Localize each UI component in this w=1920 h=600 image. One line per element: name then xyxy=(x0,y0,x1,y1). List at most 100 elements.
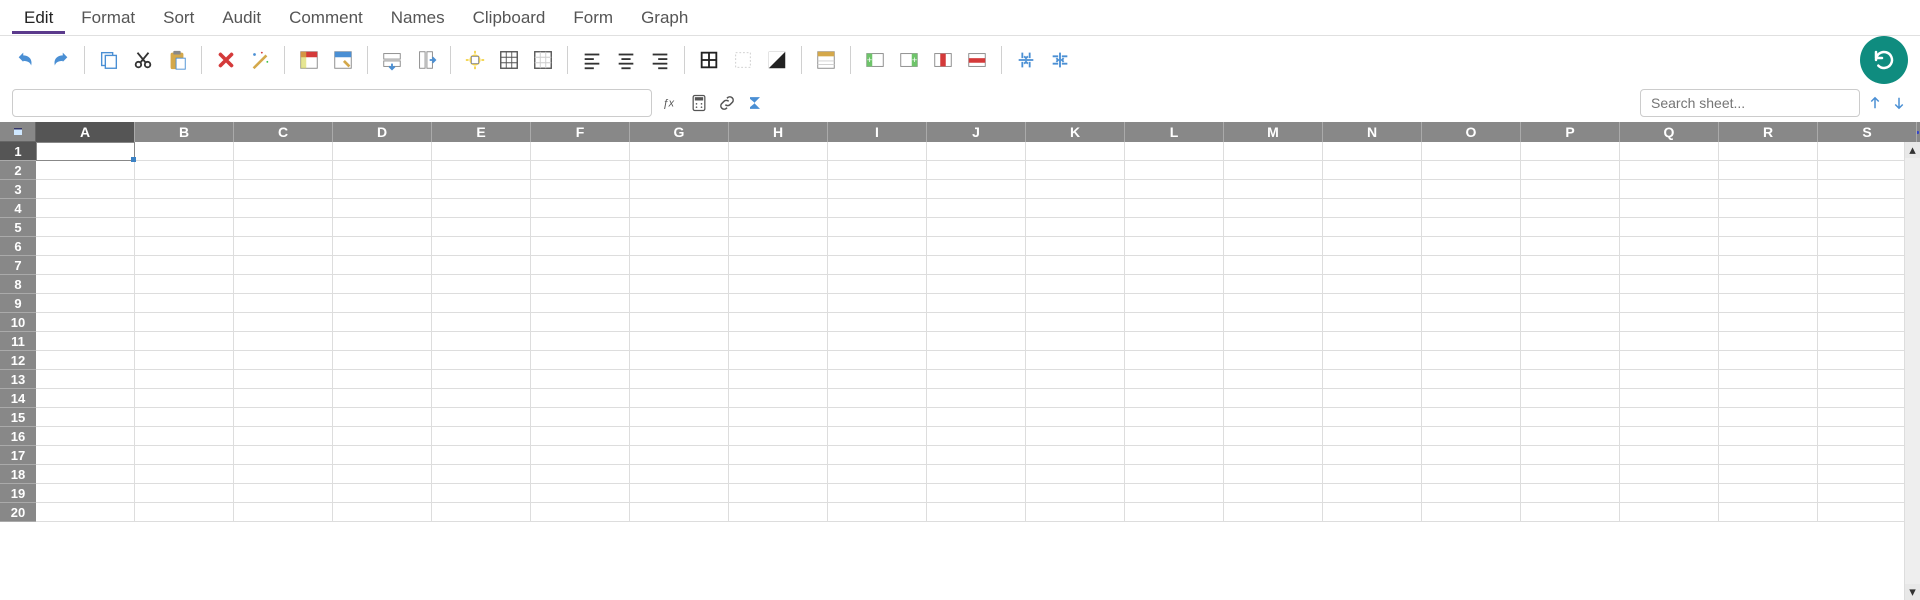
search-prev-icon[interactable] xyxy=(1866,94,1884,112)
cell-O1[interactable] xyxy=(1422,142,1521,161)
cell-K2[interactable] xyxy=(1026,161,1125,180)
cell-O18[interactable] xyxy=(1422,465,1521,484)
cell-I3[interactable] xyxy=(828,180,927,199)
cell-B16[interactable] xyxy=(135,427,234,446)
cell-C9[interactable] xyxy=(234,294,333,313)
merge-across-button[interactable] xyxy=(1046,46,1074,74)
cell-D12[interactable] xyxy=(333,351,432,370)
cell-K9[interactable] xyxy=(1026,294,1125,313)
row-header-12[interactable]: 12 xyxy=(0,351,36,370)
cell-B11[interactable] xyxy=(135,332,234,351)
cell-B3[interactable] xyxy=(135,180,234,199)
cell-R9[interactable] xyxy=(1719,294,1818,313)
fx-icon[interactable]: ƒx xyxy=(660,92,682,114)
cell-C20[interactable] xyxy=(234,503,333,522)
cell-P17[interactable] xyxy=(1521,446,1620,465)
cell-Q3[interactable] xyxy=(1620,180,1719,199)
cell-J5[interactable] xyxy=(927,218,1026,237)
cell-M1[interactable] xyxy=(1224,142,1323,161)
cell-D5[interactable] xyxy=(333,218,432,237)
cell-J8[interactable] xyxy=(927,275,1026,294)
cell-N18[interactable] xyxy=(1323,465,1422,484)
cell-M17[interactable] xyxy=(1224,446,1323,465)
cell-R5[interactable] xyxy=(1719,218,1818,237)
cell-E18[interactable] xyxy=(432,465,531,484)
cell-F3[interactable] xyxy=(531,180,630,199)
cell-P13[interactable] xyxy=(1521,370,1620,389)
column-header-H[interactable]: H xyxy=(729,122,828,142)
cell-S19[interactable] xyxy=(1818,484,1917,503)
cell-F9[interactable] xyxy=(531,294,630,313)
cell-J16[interactable] xyxy=(927,427,1026,446)
cell-K15[interactable] xyxy=(1026,408,1125,427)
cell-G10[interactable] xyxy=(630,313,729,332)
cell-R16[interactable] xyxy=(1719,427,1818,446)
cell-H4[interactable] xyxy=(729,199,828,218)
column-header-F[interactable]: F xyxy=(531,122,630,142)
row-header-13[interactable]: 13 xyxy=(0,370,36,389)
cell-J20[interactable] xyxy=(927,503,1026,522)
row-header-5[interactable]: 5 xyxy=(0,218,36,237)
cell-G13[interactable] xyxy=(630,370,729,389)
cell-D4[interactable] xyxy=(333,199,432,218)
cell-L17[interactable] xyxy=(1125,446,1224,465)
cell-Q15[interactable] xyxy=(1620,408,1719,427)
cell-A6[interactable] xyxy=(36,237,135,256)
cell-R17[interactable] xyxy=(1719,446,1818,465)
cell-I1[interactable] xyxy=(828,142,927,161)
formula-input[interactable] xyxy=(12,89,652,117)
cell-F7[interactable] xyxy=(531,256,630,275)
cell-E10[interactable] xyxy=(432,313,531,332)
cell-D13[interactable] xyxy=(333,370,432,389)
cell-C17[interactable] xyxy=(234,446,333,465)
cell-A2[interactable] xyxy=(36,161,135,180)
cell-N19[interactable] xyxy=(1323,484,1422,503)
menu-graph[interactable]: Graph xyxy=(629,2,700,34)
cell-L19[interactable] xyxy=(1125,484,1224,503)
cell-G17[interactable] xyxy=(630,446,729,465)
cell-D6[interactable] xyxy=(333,237,432,256)
cell-F14[interactable] xyxy=(531,389,630,408)
cell-F20[interactable] xyxy=(531,503,630,522)
cell-C4[interactable] xyxy=(234,199,333,218)
cell-K17[interactable] xyxy=(1026,446,1125,465)
table-style-button[interactable] xyxy=(812,46,840,74)
cell-N3[interactable] xyxy=(1323,180,1422,199)
cell-J18[interactable] xyxy=(927,465,1026,484)
cell-D17[interactable] xyxy=(333,446,432,465)
cell-R20[interactable] xyxy=(1719,503,1818,522)
cell-H6[interactable] xyxy=(729,237,828,256)
cell-S8[interactable] xyxy=(1818,275,1917,294)
cell-E14[interactable] xyxy=(432,389,531,408)
cell-J4[interactable] xyxy=(927,199,1026,218)
cell-E15[interactable] xyxy=(432,408,531,427)
cell-R10[interactable] xyxy=(1719,313,1818,332)
search-next-icon[interactable] xyxy=(1890,94,1908,112)
cell-O7[interactable] xyxy=(1422,256,1521,275)
format-cell-button[interactable] xyxy=(329,46,357,74)
cell-C1[interactable] xyxy=(234,142,333,161)
cell-F2[interactable] xyxy=(531,161,630,180)
cell-L10[interactable] xyxy=(1125,313,1224,332)
cell-S6[interactable] xyxy=(1818,237,1917,256)
cell-C6[interactable] xyxy=(234,237,333,256)
redo-button[interactable] xyxy=(46,46,74,74)
cell-B10[interactable] xyxy=(135,313,234,332)
cell-G3[interactable] xyxy=(630,180,729,199)
cell-O20[interactable] xyxy=(1422,503,1521,522)
cell-I12[interactable] xyxy=(828,351,927,370)
cell-J1[interactable] xyxy=(927,142,1026,161)
cell-E4[interactable] xyxy=(432,199,531,218)
cell-K20[interactable] xyxy=(1026,503,1125,522)
cell-B18[interactable] xyxy=(135,465,234,484)
cell-L6[interactable] xyxy=(1125,237,1224,256)
cell-P11[interactable] xyxy=(1521,332,1620,351)
cell-S18[interactable] xyxy=(1818,465,1917,484)
column-header-P[interactable]: P xyxy=(1521,122,1620,142)
cell-B20[interactable] xyxy=(135,503,234,522)
cell-F18[interactable] xyxy=(531,465,630,484)
cell-S3[interactable] xyxy=(1818,180,1917,199)
cell-I4[interactable] xyxy=(828,199,927,218)
cell-E3[interactable] xyxy=(432,180,531,199)
cell-A1[interactable] xyxy=(36,142,135,161)
